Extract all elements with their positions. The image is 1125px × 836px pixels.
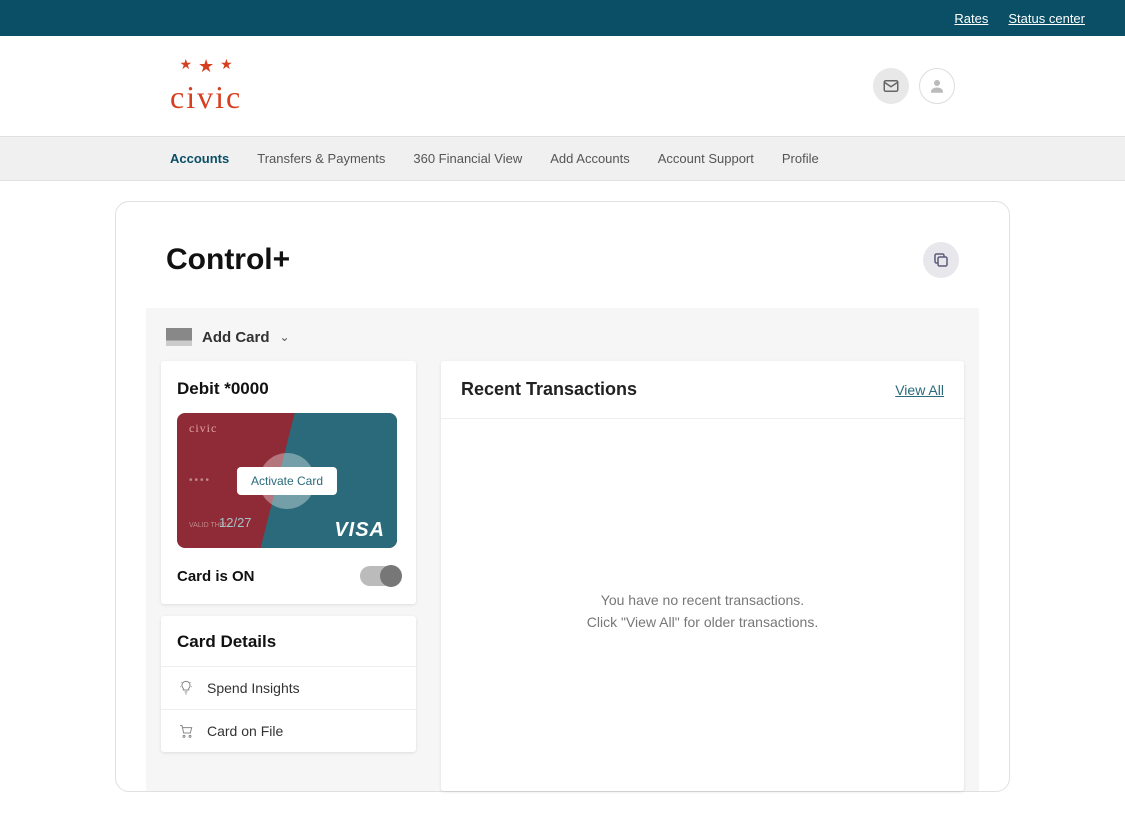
status-center-link[interactable]: Status center [1008,11,1085,26]
add-card-dropdown[interactable]: Add Card ⌄ [161,328,964,361]
profile-icon[interactable] [919,68,955,104]
nav-item-accounts[interactable]: Accounts [170,137,229,180]
activate-card-button[interactable]: Activate Card [237,467,337,495]
nav-item-profile[interactable]: Profile [782,137,819,180]
bulb-icon [177,680,195,696]
recent-transactions-box: Recent Transactions View All You have no… [441,361,964,791]
main-nav: Accounts Transfers & Payments 360 Financia… [0,136,1125,181]
empty-transactions-message: You have no recent transactions. Click "… [441,419,964,634]
card-on-toggle[interactable] [360,566,400,586]
inner-panel: Add Card ⌄ Debit *0000 civic •••• VALID … [146,308,979,791]
debit-card-image: civic •••• VALID THRU 12/27 VISA Activat… [177,413,397,548]
nav-item-transfers-payments[interactable]: Transfers & Payments [257,137,385,180]
nav-item-360-financial-view[interactable]: 360 Financial View [413,137,522,180]
brand-name: civic [170,79,242,116]
header: ★★★ civic [0,36,1125,136]
add-card-label: Add Card [202,329,270,346]
valid-thru-date: 12/27 [219,515,252,530]
copy-icon[interactable] [923,242,959,278]
card-name: Debit *0000 [177,379,400,399]
chevron-down-icon: ⌄ [280,330,290,344]
messages-icon[interactable] [873,68,909,104]
card-summary-box: Debit *0000 civic •••• VALID THRU 12/27 … [161,361,416,604]
nav-item-add-accounts[interactable]: Add Accounts [550,137,630,180]
brand-logo[interactable]: ★★★ civic [170,56,242,116]
card-details-box: Card Details Spend Insights Card on File [161,616,416,752]
card-masked-number: •••• [189,475,211,486]
details-item-label: Card on File [207,723,283,739]
empty-line-1: You have no recent transactions. [441,589,964,611]
view-all-link[interactable]: View All [895,382,944,398]
details-item-label: Spend Insights [207,680,300,696]
card-details-header: Card Details [161,616,416,667]
transactions-header: Recent Transactions [461,379,637,400]
card-network-label: VISA [334,519,385,542]
details-item-card-on-file[interactable]: Card on File [161,710,416,752]
card-chip-icon [166,328,192,346]
card-brand-text: civic [189,421,217,436]
details-item-spend-insights[interactable]: Spend Insights [161,667,416,710]
card-status-text: Card is ON [177,568,255,585]
rates-link[interactable]: Rates [954,11,988,26]
top-utility-bar: Rates Status center [0,0,1125,36]
content-card: Control+ Add Card ⌄ Debit *0000 [115,201,1010,792]
page-title: Control+ [166,243,290,277]
brand-stars-icon: ★★★ [179,56,232,77]
empty-line-2: Click "View All" for older transactions. [441,611,964,633]
cart-icon [177,723,195,739]
nav-item-account-support[interactable]: Account Support [658,137,754,180]
